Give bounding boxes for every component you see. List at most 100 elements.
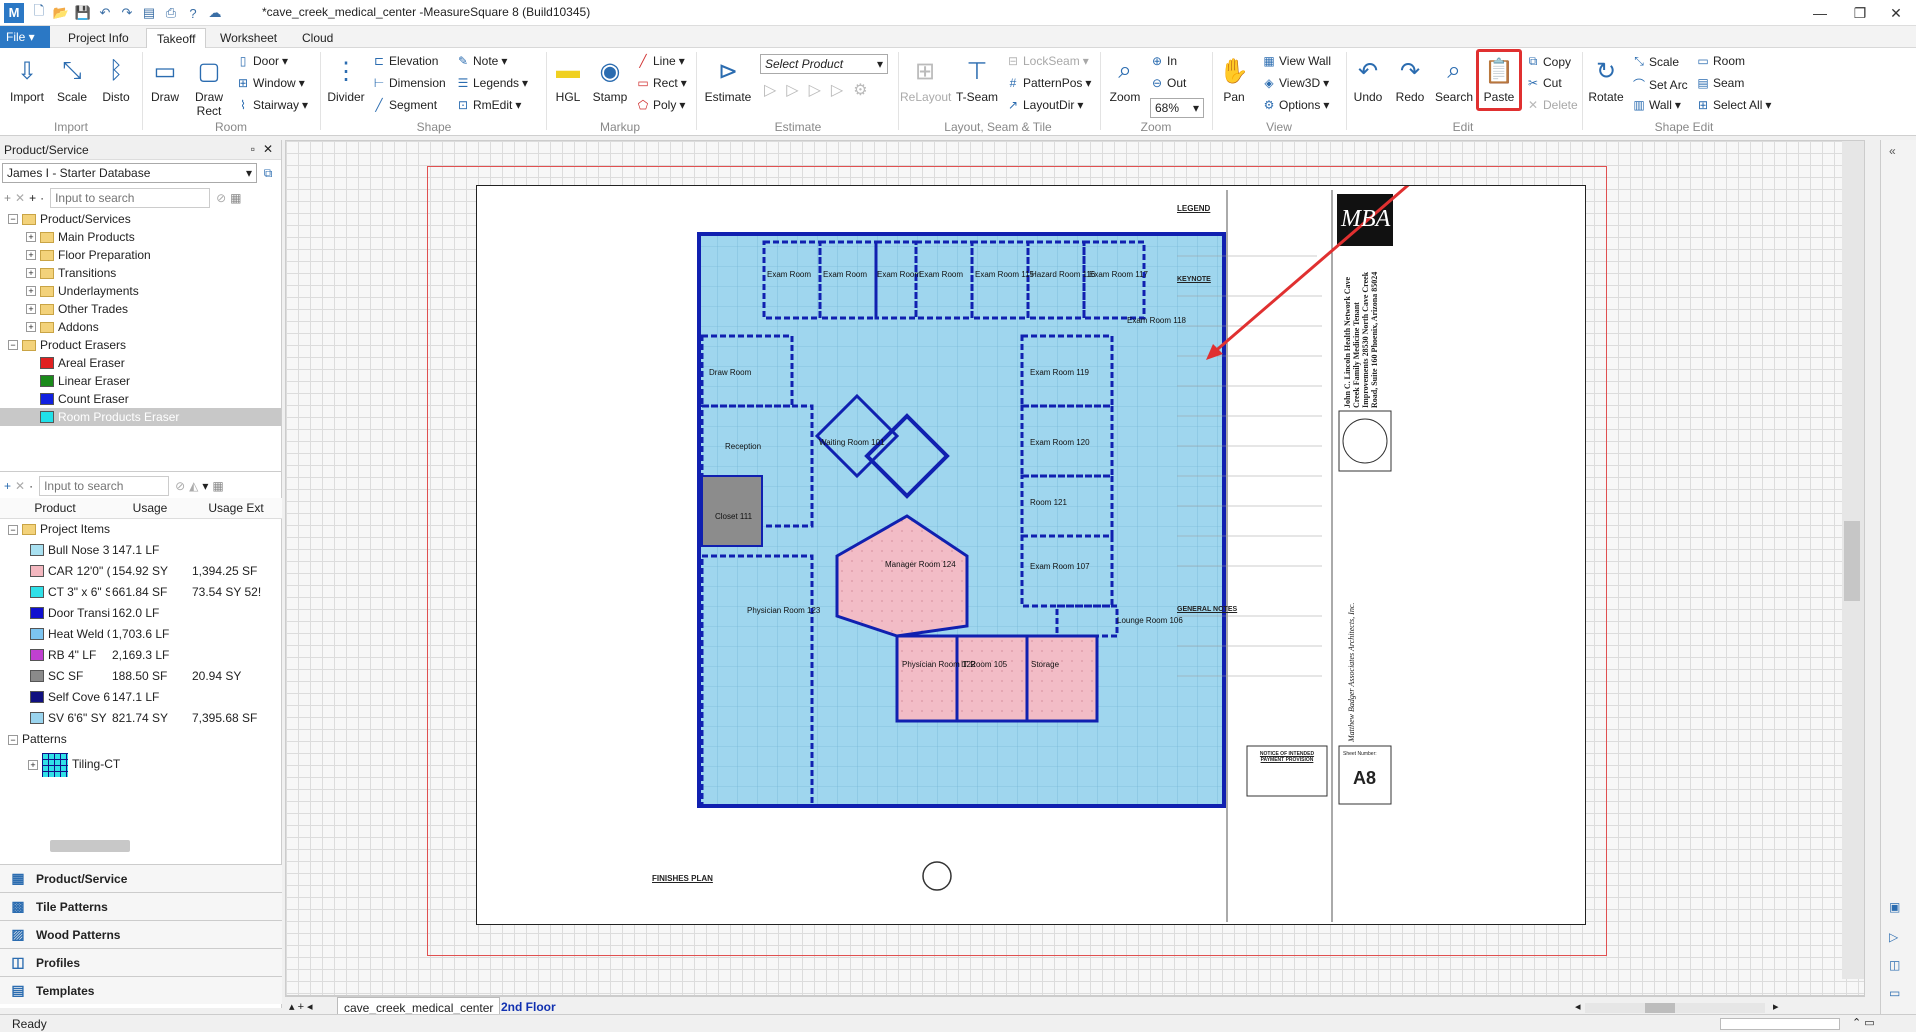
tree-item[interactable]: Areal Eraser bbox=[0, 354, 281, 372]
disto-button[interactable]: ᛒ Disto bbox=[96, 54, 136, 104]
table-row[interactable]: Heat Weld 0"1,703.6 LF bbox=[0, 623, 282, 644]
print-icon[interactable]: ⎙ bbox=[162, 4, 180, 22]
wall-button[interactable]: ▥ Wall ▾ bbox=[1632, 98, 1681, 112]
expand-icon[interactable]: + bbox=[26, 232, 36, 242]
expand-icon[interactable]: + bbox=[26, 304, 36, 314]
expand-icon[interactable]: + bbox=[26, 250, 36, 260]
delete-button[interactable]: ✕ Delete bbox=[1526, 98, 1578, 112]
redo-icon[interactable]: ↷ bbox=[118, 4, 136, 22]
line-button[interactable]: ╱ Line ▾ bbox=[636, 54, 684, 68]
manager-room-124[interactable] bbox=[895, 634, 959, 723]
draw-button[interactable]: ▭ Draw bbox=[146, 54, 184, 105]
grid-view-icon[interactable]: ▦ bbox=[230, 191, 241, 205]
drawing-canvas[interactable]: Exam Room Exam Room Exam Room Exam Room Exam… bbox=[285, 140, 1865, 996]
poly-button[interactable]: ⬠ Poly ▾ bbox=[636, 98, 686, 112]
window-button[interactable]: ⊞ Window ▾ bbox=[236, 76, 305, 90]
tab-cloud[interactable]: Cloud bbox=[292, 28, 343, 48]
nav-profiles[interactable]: ◫ Profiles bbox=[0, 948, 282, 976]
undo-button[interactable]: ↶ Undo bbox=[1348, 54, 1388, 105]
add-item-icon[interactable]: + bbox=[4, 479, 11, 493]
view3d-button[interactable]: ◈ View3D ▾ bbox=[1262, 76, 1329, 90]
set-arc-button[interactable]: ⌒ Set Arc bbox=[1632, 76, 1688, 93]
legends-button[interactable]: ☰ Legends ▾ bbox=[456, 76, 528, 90]
col-product[interactable]: Product bbox=[0, 498, 110, 519]
project-search-input[interactable] bbox=[39, 476, 170, 496]
options-button[interactable]: ⚙ Options ▾ bbox=[1262, 98, 1330, 112]
pin-icon[interactable]: ▫ bbox=[251, 142, 255, 156]
expand-icon[interactable]: + bbox=[26, 286, 36, 296]
patterns-group-row[interactable]: − Patterns bbox=[0, 728, 282, 749]
horizontal-scrollbar[interactable] bbox=[1585, 1003, 1765, 1013]
nav-wood-patterns[interactable]: ▨ Wood Patterns bbox=[0, 920, 282, 948]
tree-item[interactable]: + Main Products bbox=[0, 228, 281, 246]
nav-tile-patterns[interactable]: ▩ Tile Patterns bbox=[0, 892, 282, 920]
zoom-in-button[interactable]: ⊕ In bbox=[1150, 54, 1177, 68]
redo-button[interactable]: ↷ Redo bbox=[1390, 54, 1430, 105]
close-panel-icon[interactable]: ✕ bbox=[263, 142, 273, 156]
clear-search-icon[interactable]: ⊘ bbox=[175, 479, 185, 493]
scroll-right-icon[interactable]: ▸ bbox=[1773, 1000, 1779, 1013]
rotate-button[interactable]: ↻ Rotate bbox=[1584, 54, 1628, 105]
dropdown-icon[interactable]: ▾ bbox=[202, 479, 208, 493]
select-product-dropdown[interactable]: Select Product ▾ bbox=[760, 54, 888, 74]
elevation-button[interactable]: ⊏ Elevation bbox=[372, 54, 438, 68]
col-usage-ext[interactable]: Usage Ext bbox=[190, 498, 282, 519]
tree-item[interactable]: + Floor Preparation bbox=[0, 246, 281, 264]
remove-icon[interactable]: ✕ bbox=[15, 191, 25, 205]
status-dropdown[interactable] bbox=[1720, 1018, 1840, 1030]
collapse-icon[interactable]: − bbox=[8, 524, 18, 535]
table-row[interactable]: SC SF 188.50 SF 20.94 SY bbox=[0, 665, 282, 686]
tree-item[interactable]: − Product Erasers bbox=[0, 336, 281, 354]
tree-item[interactable]: − Product/Services bbox=[0, 210, 281, 228]
rmedit-button[interactable]: ⊡ RmEdit ▾ bbox=[456, 98, 521, 112]
side-tool-1-icon[interactable]: ▣ bbox=[1889, 900, 1900, 914]
cloud-icon[interactable]: ☁ bbox=[206, 4, 224, 22]
new-file-icon[interactable]: 🗋 bbox=[30, 3, 48, 22]
segment-button[interactable]: ╱ Segment bbox=[372, 98, 437, 112]
close-button[interactable]: ✕ bbox=[1876, 2, 1916, 24]
tree-item[interactable]: Linear Eraser bbox=[0, 372, 281, 390]
lockseam-button[interactable]: ⊟ LockSeam ▾ bbox=[1006, 54, 1089, 68]
note-button[interactable]: ✎ Note ▾ bbox=[456, 54, 507, 68]
copy-button[interactable]: ⧉ Copy bbox=[1526, 54, 1571, 69]
room-button[interactable]: ▭ Room bbox=[1696, 54, 1745, 68]
undo-icon[interactable]: ↶ bbox=[96, 4, 114, 22]
small-add-icon[interactable]: + bbox=[29, 191, 36, 205]
grid-view-icon[interactable]: ▦ bbox=[212, 479, 223, 493]
expand-icon[interactable]: + bbox=[26, 268, 36, 278]
remove-item-icon[interactable]: ✕ bbox=[15, 479, 25, 493]
database-select[interactable]: James I - Starter Database ▾ bbox=[2, 163, 257, 183]
zoom-level-input[interactable]: 68% ▾ bbox=[1150, 98, 1204, 118]
collapse-icon[interactable]: − bbox=[8, 734, 18, 745]
dimension-button[interactable]: ⊢ Dimension bbox=[372, 76, 446, 90]
relayout-button[interactable]: ⊞ ReLayout bbox=[900, 54, 951, 105]
t-seam-button[interactable]: ⊤ T-Seam bbox=[954, 54, 1000, 105]
tab-nav-icons[interactable]: ▴ + ◂ bbox=[289, 1000, 313, 1013]
sort-icon[interactable]: ◭ bbox=[189, 479, 198, 493]
rect-button[interactable]: ▭ Rect ▾ bbox=[636, 76, 686, 90]
patternpos-button[interactable]: # PatternPos ▾ bbox=[1006, 76, 1092, 90]
maximize-button[interactable]: ❐ bbox=[1840, 2, 1880, 24]
open-folder-icon[interactable]: 📂 bbox=[52, 4, 70, 22]
shape-scale-button[interactable]: ⤡ Scale bbox=[1632, 54, 1679, 69]
pan-button[interactable]: ✋ Pan bbox=[1214, 54, 1254, 105]
side-tool-4-icon[interactable]: ▭ bbox=[1889, 986, 1900, 1000]
table-row[interactable]: CT 3" x 6" SF661.84 SF 73.54 SY 52! bbox=[0, 581, 282, 602]
layoutdir-button[interactable]: ↗ LayoutDir ▾ bbox=[1006, 98, 1083, 112]
minimize-button[interactable]: — bbox=[1800, 2, 1840, 24]
col-usage[interactable]: Usage bbox=[110, 498, 190, 519]
tree-item[interactable]: Count Eraser bbox=[0, 390, 281, 408]
add-icon[interactable]: + bbox=[4, 191, 11, 205]
side-tool-3-icon[interactable]: ◫ bbox=[1889, 958, 1900, 972]
file-menu-button[interactable]: File ▾ bbox=[0, 26, 50, 48]
it-room-105[interactable] bbox=[701, 475, 763, 547]
scale-button[interactable]: ⤡ Scale bbox=[52, 54, 92, 104]
stamp-button[interactable]: ◉ Stamp bbox=[590, 54, 630, 105]
horizontal-scroll-thumb[interactable] bbox=[1645, 1003, 1675, 1013]
cut-button[interactable]: ✂ Cut bbox=[1526, 76, 1562, 90]
collapse-icon[interactable]: − bbox=[8, 340, 18, 350]
draw-rect-button[interactable]: ▢ Draw Rect bbox=[188, 54, 230, 119]
product-search-input[interactable] bbox=[50, 188, 211, 208]
zoom-out-button[interactable]: ⊖ Out bbox=[1150, 76, 1186, 90]
tree-item[interactable]: + Underlayments bbox=[0, 282, 281, 300]
